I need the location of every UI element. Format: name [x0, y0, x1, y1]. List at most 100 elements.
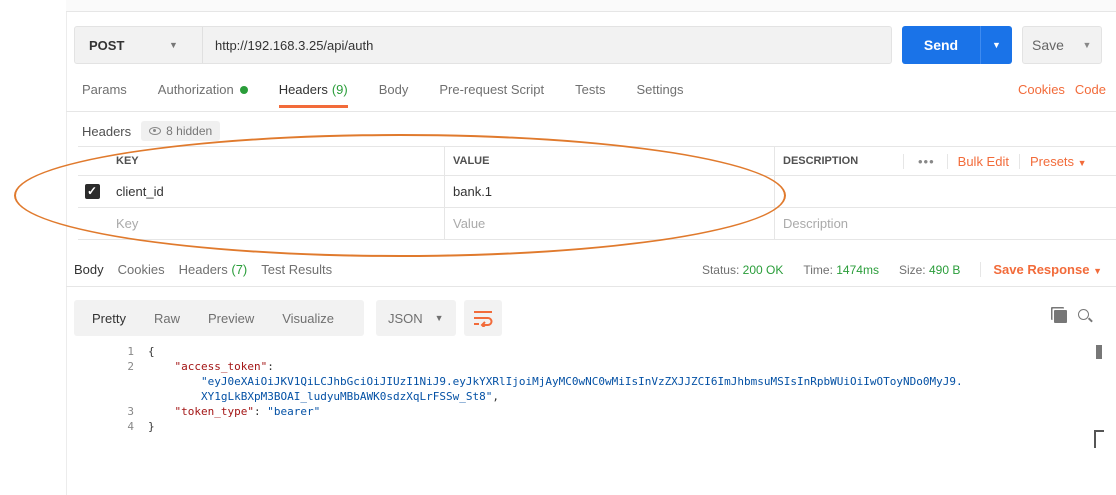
chevron-down-icon: ▼: [434, 313, 444, 323]
copy-icon[interactable]: [1054, 310, 1067, 323]
code-text: {: [148, 345, 155, 358]
headers-title: Headers: [82, 123, 132, 139]
send-button[interactable]: Send ▼: [902, 26, 1012, 64]
chevron-down-icon: ▼: [169, 40, 178, 50]
view-pretty[interactable]: Pretty: [74, 311, 140, 326]
row-actions: [903, 176, 1116, 207]
code-link[interactable]: Code: [1075, 82, 1106, 97]
cookies-link[interactable]: Cookies: [1018, 82, 1065, 97]
tab-pre-request-script[interactable]: Pre-request Script: [439, 82, 544, 105]
view-raw[interactable]: Raw: [140, 311, 194, 326]
left-divider: [66, 12, 67, 495]
code-line-wrap: XY1gLkBXpM3BOAI_ludyuMBbAWK0sdzXqLrFSSw_…: [110, 389, 963, 404]
save-button[interactable]: Save ▼: [1022, 26, 1102, 64]
view-preview[interactable]: Preview: [194, 311, 268, 326]
column-header-value: VALUE: [445, 147, 775, 175]
tab-test-results[interactable]: Test Results: [261, 262, 332, 277]
row-checkbox-cell: [78, 208, 106, 239]
bulk-edit-link[interactable]: Bulk Edit: [946, 153, 1019, 169]
view-visualize[interactable]: Visualize: [268, 311, 348, 326]
url-input[interactable]: [203, 37, 803, 53]
response-tabs: Body Cookies Headers (7) Test Results: [74, 262, 346, 277]
line-number: 4: [127, 420, 134, 433]
tab-count: (7): [231, 262, 248, 277]
status-info: Status: 200 OK: [702, 263, 783, 277]
code-value: "bearer": [267, 405, 321, 418]
size-info: Size: 490 B: [899, 263, 960, 277]
tab-label: Body: [378, 82, 409, 97]
line-number: 2: [127, 360, 134, 373]
tab-headers[interactable]: Headers (9): [278, 82, 348, 108]
code-line: 3 "token_type": "bearer": [110, 404, 963, 419]
divider: [66, 111, 1116, 112]
headers-subheader: Headers 8 hidden: [82, 121, 221, 141]
headers-table: KEY VALUE DESCRIPTION ••• Bulk Edit Pres…: [78, 146, 1116, 240]
description-placeholder-cell[interactable]: Description: [775, 208, 903, 239]
code-value: "eyJ0eXAiOiJKV1QiLCJhbGciOiJIUzI1NiJ9.ey…: [200, 375, 963, 388]
save-response-button[interactable]: Save Response ▼: [980, 262, 1102, 277]
tab-label: Authorization: [157, 82, 234, 97]
method-select[interactable]: POST ▼: [75, 27, 203, 63]
tab-label: Headers: [278, 82, 328, 97]
time-label: Time:: [803, 262, 833, 277]
tab-body[interactable]: Body: [379, 82, 409, 105]
table-actions: ••• Bulk Edit Presets ▼: [903, 147, 1116, 175]
request-links: Cookies Code: [1018, 82, 1106, 97]
hidden-count: 8 hidden: [166, 124, 213, 138]
header-value-cell[interactable]: bank.1: [445, 176, 775, 207]
wrap-icon: [474, 311, 493, 327]
presets-label: Presets: [1029, 153, 1075, 169]
code-comma: ,: [492, 390, 500, 403]
hidden-headers-toggle[interactable]: 8 hidden: [141, 121, 221, 141]
more-options-icon[interactable]: •••: [903, 153, 947, 169]
header-description-cell[interactable]: [775, 176, 903, 207]
chevron-down-icon: ▼: [1077, 157, 1087, 168]
url-bar: POST ▼: [74, 26, 892, 64]
header-key-cell[interactable]: client_id: [106, 176, 445, 207]
scrollbar-thumb[interactable]: [1096, 345, 1102, 359]
status-label: Status:: [701, 262, 740, 277]
line-number-empty: [110, 374, 148, 389]
send-options-chevron-icon[interactable]: ▼: [981, 40, 1012, 50]
presets-dropdown[interactable]: Presets ▼: [1018, 153, 1097, 169]
code-text: }: [148, 420, 155, 433]
tab-response-headers[interactable]: Headers (7): [179, 262, 248, 277]
code-line: 1{: [110, 344, 963, 359]
request-tabs: Params Authorization Headers (9) Body Pre…: [82, 82, 714, 112]
code-key: "access_token": [174, 360, 268, 373]
checkbox-checked-icon[interactable]: ✓: [84, 184, 100, 199]
response-body-code[interactable]: 1{ 2 "access_token": "eyJ0eXAiOiJKV1QiLC…: [110, 344, 963, 434]
wrap-lines-button[interactable]: [464, 300, 502, 336]
code-line-wrap: "eyJ0eXAiOiJKV1QiLCJhbGciOiJIUzI1NiJ9.ey…: [110, 374, 963, 389]
table-header-row: KEY VALUE DESCRIPTION ••• Bulk Edit Pres…: [78, 146, 1116, 176]
body-view-toolbar: Pretty Raw Preview Visualize: [74, 300, 364, 336]
tab-label: Settings: [636, 82, 684, 97]
format-label: JSON: [388, 310, 423, 326]
search-icon[interactable]: [1078, 309, 1089, 320]
table-row: ✓ client_id bank.1: [78, 176, 1116, 208]
tab-params[interactable]: Params: [82, 82, 127, 105]
header-check-col: [78, 147, 106, 175]
tab-authorization[interactable]: Authorization: [158, 82, 248, 105]
tab-label: Params: [82, 82, 127, 97]
tab-response-cookies[interactable]: Cookies: [118, 262, 165, 277]
row-actions: [903, 208, 1116, 239]
format-select[interactable]: JSON ▼: [376, 300, 456, 336]
tab-label: Tests: [575, 82, 606, 97]
code-colon: :: [253, 405, 268, 418]
tab-response-body[interactable]: Body: [74, 262, 104, 277]
save-options-chevron-icon[interactable]: ▼: [1073, 40, 1101, 50]
value-placeholder-cell[interactable]: Value: [445, 208, 775, 239]
tab-count: (9): [331, 82, 348, 97]
top-tab-strip: [66, 0, 1116, 12]
key-placeholder-cell[interactable]: Key: [106, 208, 445, 239]
tab-label: Pre-request Script: [439, 82, 545, 97]
line-number-empty: [110, 389, 148, 404]
tab-settings[interactable]: Settings: [636, 82, 683, 105]
tab-tests[interactable]: Tests: [575, 82, 605, 105]
chevron-down-icon: ▼: [1093, 266, 1102, 276]
